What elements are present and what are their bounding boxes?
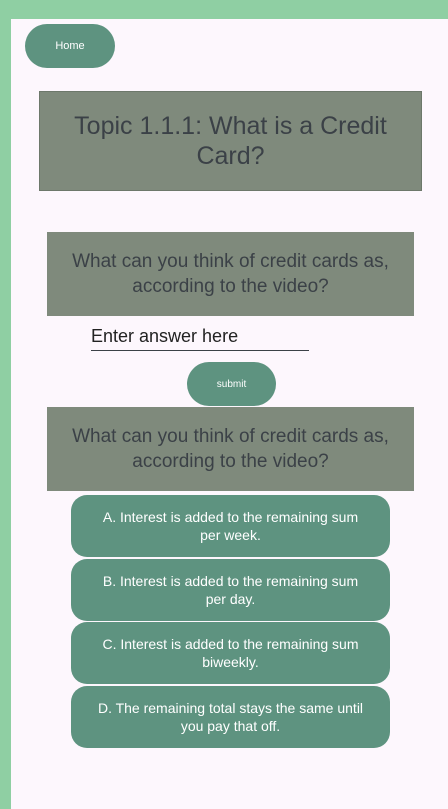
option-a-button[interactable]: A. Interest is added to the remaining su… xyxy=(71,495,390,557)
home-button[interactable]: Home xyxy=(25,24,115,68)
multiple-choice-prompt: What can you think of credit cards as, a… xyxy=(47,407,414,491)
answer-input[interactable] xyxy=(91,323,309,351)
option-d-button[interactable]: D. The remaining total stays the same un… xyxy=(71,686,390,748)
option-b-button[interactable]: B. Interest is added to the remaining su… xyxy=(71,559,390,621)
open-question-prompt: What can you think of credit cards as, a… xyxy=(47,232,414,316)
option-c-button[interactable]: C. Interest is added to the remaining su… xyxy=(71,622,390,684)
submit-button[interactable]: submit xyxy=(187,362,276,406)
app-screen: Home Topic 1.1.1: What is a Credit Card?… xyxy=(11,19,448,809)
topic-title: Topic 1.1.1: What is a Credit Card? xyxy=(39,91,422,191)
